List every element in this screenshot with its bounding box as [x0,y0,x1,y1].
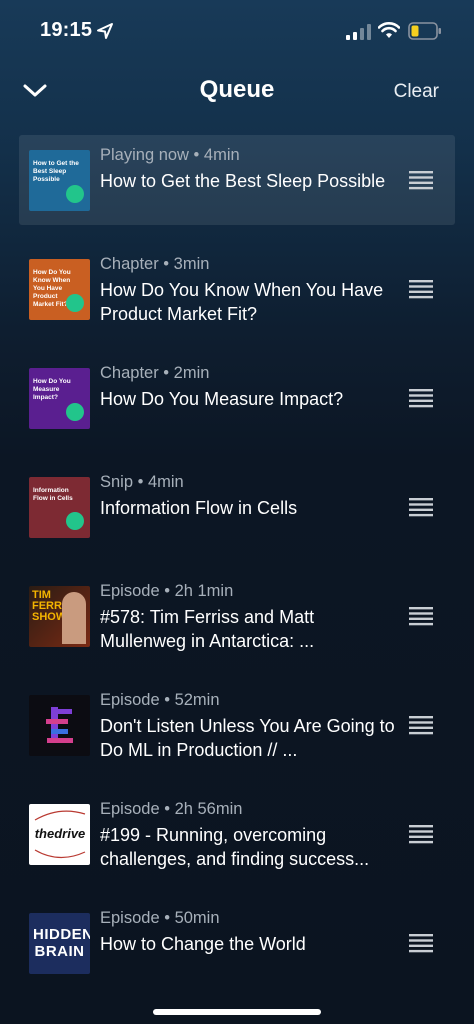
item-meta: Chapter • 3min [100,255,210,273]
queue-item[interactable]: How Do You Know When You Have Product Ma… [0,242,474,351]
item-meta: Snip • 4min [100,473,184,491]
podcast-artwork-the-drive: thedrive [29,804,90,865]
drag-handle-icon[interactable] [409,606,433,626]
episode-artwork: Information Flow in Cells [29,477,90,538]
drag-handle-icon[interactable] [409,388,433,408]
item-meta: Playing now • 4min [100,146,240,164]
item-title: Don't Listen Unless You Are Going to Do … [100,716,395,760]
podcast-artwork-mlops [29,695,90,756]
item-meta: Chapter • 2min [100,364,210,382]
home-indicator[interactable] [153,1009,321,1015]
drag-handle-icon[interactable] [409,933,433,953]
artwork-text: How Do You Measure Impact? [33,378,71,401]
mlops-logo-icon [46,707,73,743]
drag-handle-icon[interactable] [409,170,433,190]
episode-artwork: How to Get the Best Sleep Possible [29,150,90,211]
item-meta: Episode • 52min [100,691,220,709]
item-title: Information Flow in Cells [100,498,298,518]
podcast-artwork-tim-ferriss: TIM FERRISS SHOW [29,586,90,647]
queue-item[interactable]: Information Flow in Cells Snip • 4min In… [0,460,474,569]
queue-item[interactable]: Episode • 52min Don't Listen Unless You … [0,678,474,787]
wifi-icon [378,22,400,38]
queue-list: How to Get the Best Sleep Possible Playi… [0,133,474,1005]
artwork-text: thedrive [34,826,86,841]
drag-handle-icon[interactable] [409,715,433,735]
item-title: How Do You Measure Impact? [100,389,344,409]
location-arrow-icon [97,23,113,39]
item-title: #578: Tim Ferriss and Matt Mullenweg in … [100,607,315,651]
queue-item-now-playing[interactable]: How to Get the Best Sleep Possible Playi… [0,133,474,242]
podcast-artwork-hidden-brain: HIDDEN BRAIN [29,913,90,974]
cellular-signal-icon [346,24,371,40]
clear-button[interactable]: Clear [394,81,439,103]
item-meta: Episode • 50min [100,909,220,927]
status-bar: 19:15 [0,0,474,64]
item-meta: Episode • 2h 1min [100,582,234,600]
episode-artwork: How Do You Measure Impact? [29,368,90,429]
snipd-logo-icon [66,294,84,312]
header: Queue Clear [0,64,474,120]
snipd-logo-icon [66,403,84,421]
snipd-logo-icon [66,512,84,530]
artwork-text: TIM FERRISS SHOW [32,589,80,623]
item-title: How to Get the Best Sleep Possible [100,171,386,191]
battery-icon [408,22,441,40]
item-meta: Episode • 2h 56min [100,800,243,818]
host-portrait [62,592,86,644]
queue-item[interactable]: HIDDEN BRAIN Episode • 50min How to Chan… [0,896,474,1005]
queue-item[interactable]: TIM FERRISS SHOW Episode • 2h 1min #578:… [0,569,474,678]
artwork-text: How to Get the Best Sleep Possible [33,160,79,183]
artwork-text: Information Flow in Cells [33,487,73,502]
item-title: How Do You Know When You Have Product Ma… [100,280,384,324]
drag-handle-icon[interactable] [409,824,433,844]
status-time: 19:15 [40,19,93,41]
queue-item[interactable]: How Do You Measure Impact? Chapter • 2mi… [0,351,474,460]
item-title: How to Change the World [100,934,306,954]
drag-handle-icon[interactable] [409,279,433,299]
episode-artwork: How Do You Know When You Have Product Ma… [29,259,90,320]
artwork-text: HIDDEN BRAIN [33,926,90,960]
queue-item[interactable]: thedrive Episode • 2h 56min #199 - Runni… [0,787,474,896]
item-title: #199 - Running, overcoming challenges, a… [100,825,370,869]
drag-handle-icon[interactable] [409,497,433,517]
snipd-logo-icon [66,185,84,203]
